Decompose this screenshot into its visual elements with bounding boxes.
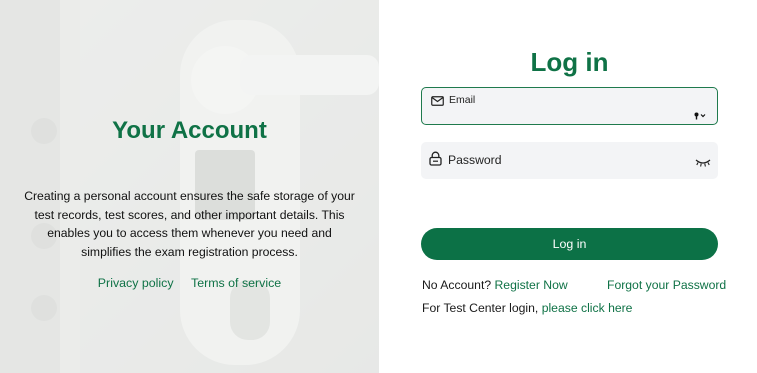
lock-icon	[429, 151, 442, 171]
password-label: Password	[448, 153, 502, 167]
no-account-row: No Account? Register Now	[422, 278, 568, 292]
key-icon[interactable]	[694, 107, 707, 125]
login-button[interactable]: Log in	[421, 228, 718, 260]
email-field[interactable]: Email	[421, 87, 718, 125]
email-label: Email	[449, 94, 476, 106]
test-center-login-link[interactable]: please click here	[542, 301, 633, 315]
account-description: Creating a personal account ensures the …	[24, 189, 355, 259]
mail-icon	[431, 93, 444, 111]
legal-links: Privacy policy Terms of service	[0, 276, 379, 290]
test-center-row: For Test Center login, please click here	[422, 301, 632, 315]
privacy-policy-link[interactable]: Privacy policy	[98, 276, 174, 290]
your-account-heading: Your Account	[112, 117, 267, 144]
register-now-link[interactable]: Register Now	[495, 278, 568, 292]
password-field[interactable]: Password	[421, 142, 718, 179]
eye-closed-icon[interactable]	[695, 154, 711, 172]
left-info-panel: Your Account Creating a personal account…	[0, 0, 379, 373]
test-center-text: For Test Center login,	[422, 301, 539, 315]
terms-of-service-link[interactable]: Terms of service	[191, 276, 281, 290]
login-heading: Log in	[530, 47, 609, 77]
no-account-text: No Account?	[422, 278, 492, 292]
forgot-password-link[interactable]: Forgot your Password	[607, 278, 726, 292]
